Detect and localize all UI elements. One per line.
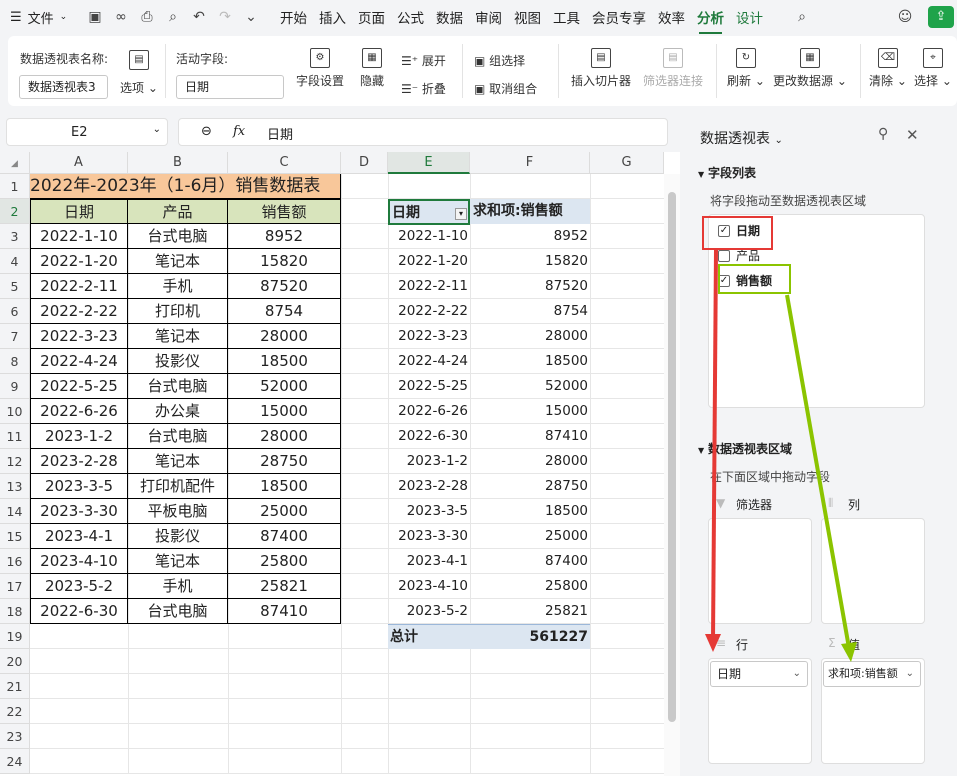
green-arrowhead	[841, 642, 857, 662]
red-arrow-line	[711, 249, 718, 641]
annotation-arrows	[705, 249, 857, 662]
green-arrow-line	[785, 294, 851, 649]
red-arrowhead	[705, 634, 721, 652]
